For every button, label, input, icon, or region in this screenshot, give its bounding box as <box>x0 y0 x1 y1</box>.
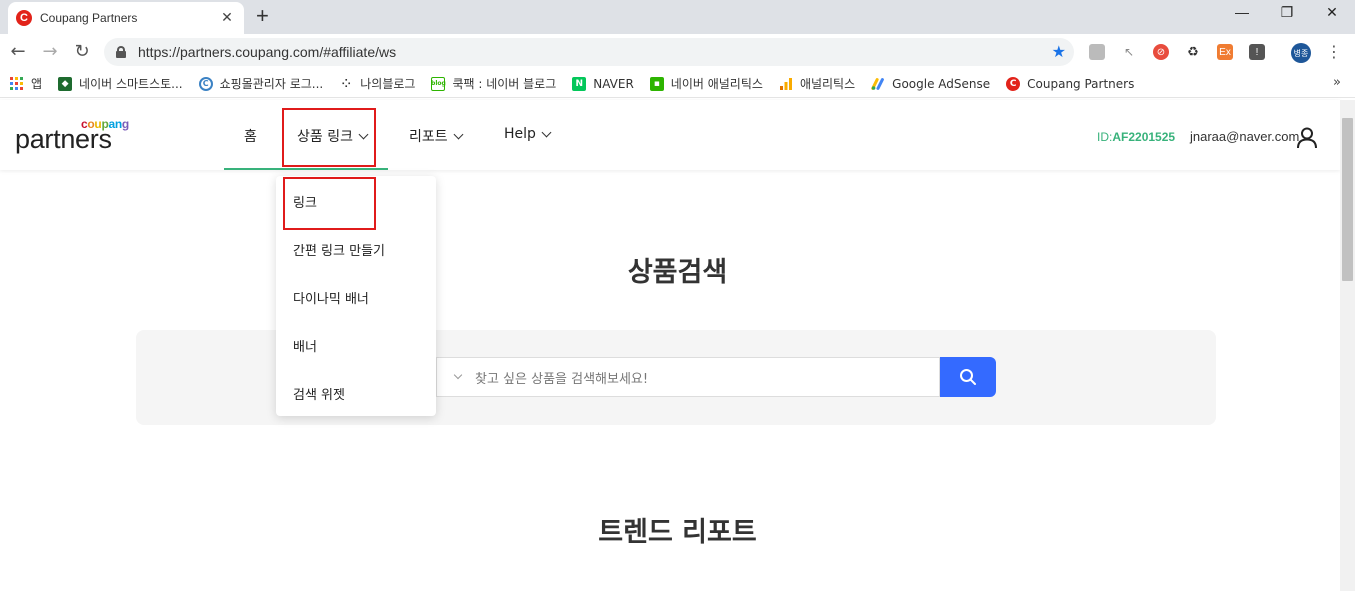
bookmark-label: 애널리틱스 <box>799 77 856 91</box>
dropdown-item-search-widget[interactable]: 검색 위젯 <box>293 384 345 403</box>
dropdown-item-banner[interactable]: 배너 <box>293 336 317 355</box>
search-icon <box>960 369 976 385</box>
scrollbar-thumb[interactable] <box>1342 118 1353 281</box>
browser-menu-icon[interactable]: ⋮ <box>1322 40 1346 64</box>
user-email: jnaraa@naver.com <box>1190 129 1300 144</box>
search-input[interactable]: 찾고 싶은 상품을 검색해보세요! <box>436 357 940 397</box>
lock-icon <box>116 46 126 58</box>
coupang-icon: C <box>1006 76 1021 91</box>
google-analytics-icon <box>779 77 793 91</box>
bookmark-star-icon[interactable]: ★ <box>1052 42 1066 61</box>
bookmark-my-blog[interactable]: ⁘ 나의블로그 <box>339 75 416 92</box>
browser-tab-bar: C Coupang Partners ✕ + — ❐ ✕ <box>0 0 1355 34</box>
bookmark-google-analytics[interactable]: 애널리틱스 <box>779 75 855 92</box>
close-window-button[interactable]: ✕ <box>1309 4 1355 21</box>
bookmark-label: 쇼핑몰관리자 로그... <box>219 77 324 91</box>
bookmark-label: 네이버 스마트스토... <box>79 77 183 91</box>
bookmark-label: 나의블로그 <box>360 77 416 91</box>
dropdown-item-easy-link[interactable]: 간편 링크 만들기 <box>293 240 385 259</box>
naver-analytics-icon: ▪ <box>649 76 664 91</box>
address-bar[interactable]: https://partners.coupang.com/#affiliate/… <box>104 38 1074 66</box>
reload-button[interactable]: ↻ <box>70 40 94 64</box>
minimize-window-button[interactable]: — <box>1219 4 1265 20</box>
nav-report-label: 리포트 <box>409 129 448 145</box>
affiliate-id-value: AF2201525 <box>1112 130 1176 144</box>
chevron-down-icon <box>541 127 552 137</box>
nav-home[interactable]: 홈 <box>244 126 257 146</box>
active-nav-underline <box>224 168 388 170</box>
affiliate-id-prefix: ID: <box>1097 130 1113 144</box>
partners-logo[interactable]: partners <box>15 124 112 155</box>
bookmarks-bar: 앱 ◆ 네이버 스마트스토... C 쇼핑몰관리자 로그... ⁘ 나의블로그 … <box>0 70 1355 98</box>
bookmark-apps[interactable]: 앱 <box>10 75 42 92</box>
extension-recycle-icon[interactable]: ♻ <box>1185 44 1201 60</box>
browser-tab[interactable]: C Coupang Partners ✕ <box>8 2 244 34</box>
blog-icon: ⁘ <box>341 77 351 90</box>
adsense-icon <box>871 77 885 91</box>
tab-title: Coupang Partners <box>40 11 138 25</box>
extension-info-icon[interactable]: ! <box>1249 44 1265 60</box>
profile-avatar[interactable]: 병종 <box>1291 43 1311 63</box>
forward-button[interactable]: → <box>38 40 62 64</box>
page-content: coupang partners 홈 상품 링크 리포트 Help ID:AF2… <box>0 100 1340 591</box>
nav-report[interactable]: 리포트 <box>409 126 464 146</box>
product-search-title: 상품검색 <box>627 257 728 288</box>
bookmark-naver-analytics[interactable]: ▪ 네이버 애널리틱스 <box>649 75 763 92</box>
nav-home-label: 홈 <box>244 129 257 145</box>
bookmark-smartstore[interactable]: ◆ 네이버 스마트스토... <box>58 75 183 92</box>
more-bookmarks-icon[interactable]: » <box>1333 75 1341 90</box>
browser-toolbar: ← → ↻ https://partners.coupang.com/#affi… <box>0 34 1355 70</box>
bookmark-naver-blog[interactable]: blog 쿡팩 : 네이버 블로그 <box>431 75 556 92</box>
apps-grid-icon <box>10 76 24 91</box>
bookmark-label: 네이버 애널리틱스 <box>670 77 763 91</box>
affiliate-id: ID:AF2201525 <box>1097 130 1175 144</box>
search-button[interactable] <box>940 357 996 397</box>
url-text: https://partners.coupang.com/#affiliate/… <box>138 44 397 60</box>
site-header: coupang partners 홈 상품 링크 리포트 Help ID:AF2… <box>0 100 1340 170</box>
extension-ex-icon[interactable]: Ex <box>1217 44 1233 60</box>
bookmark-label: Google AdSense <box>892 76 991 91</box>
extension-cursor-icon[interactable]: ↖ <box>1121 44 1137 60</box>
naver-blog-icon: blog <box>431 76 446 91</box>
chevron-down-icon[interactable] <box>453 370 463 380</box>
coupang-favicon-icon: C <box>16 10 32 26</box>
bookmark-adsense[interactable]: Google AdSense <box>871 77 990 91</box>
highlight-link-item <box>283 177 376 230</box>
trend-report-title: 트렌드 리포트 <box>598 517 757 548</box>
bookmark-naver[interactable]: N NAVER <box>572 76 634 91</box>
bookmark-label: NAVER <box>593 76 634 91</box>
bookmark-label: 앱 <box>31 77 43 91</box>
bookmark-cafe24[interactable]: C 쇼핑몰관리자 로그... <box>198 75 324 92</box>
naver-icon: N <box>572 76 587 91</box>
bookmark-label: Coupang Partners <box>1027 76 1135 91</box>
dropdown-item-dynamic-banner[interactable]: 다이나믹 배너 <box>293 288 369 307</box>
user-icon[interactable] <box>1297 127 1317 149</box>
tab-close-icon[interactable]: ✕ <box>218 10 236 26</box>
bookmark-label: 쿡팩 : 네이버 블로그 <box>452 77 557 91</box>
nav-help[interactable]: Help <box>504 126 552 142</box>
back-button[interactable]: ← <box>6 40 30 64</box>
cafe24-icon: C <box>198 76 213 91</box>
page-scrollbar[interactable] <box>1340 100 1355 591</box>
new-tab-button[interactable]: + <box>256 5 269 27</box>
chevron-down-icon <box>453 129 464 139</box>
nav-help-label: Help <box>504 126 536 142</box>
search-placeholder: 찾고 싶은 상품을 검색해보세요! <box>475 371 649 387</box>
smartstore-icon: ◆ <box>58 76 73 91</box>
bookmark-coupang-partners[interactable]: C Coupang Partners <box>1006 76 1135 91</box>
highlight-product-link <box>282 108 376 167</box>
extension-cast-icon[interactable] <box>1089 44 1105 60</box>
extension-block-icon[interactable]: ⊘ <box>1153 44 1169 60</box>
restore-window-button[interactable]: ❐ <box>1264 4 1310 21</box>
